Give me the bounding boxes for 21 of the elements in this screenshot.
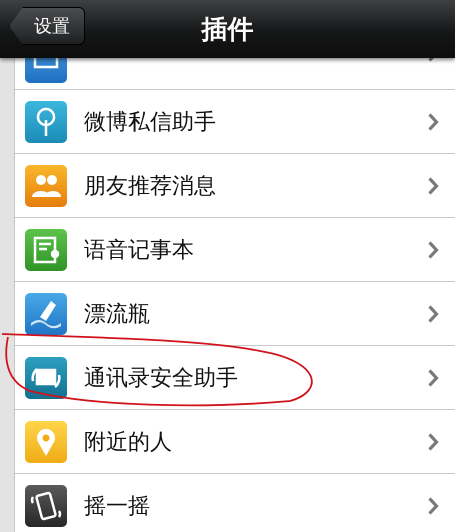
- plugin-name: 摇一摇: [84, 492, 151, 520]
- back-button[interactable]: 设置: [9, 7, 85, 45]
- window-title: 插件: [202, 14, 254, 46]
- chevron-right-icon: [428, 176, 439, 194]
- chevron-right-icon: [428, 304, 439, 322]
- plugin-name: 漂流瓶: [84, 300, 151, 328]
- chevron-right-icon: [428, 368, 439, 386]
- chevron-right-icon: [428, 240, 439, 258]
- plugin-name: 朋友推荐消息: [84, 172, 217, 200]
- plugin-name: 微博私信助手: [84, 108, 217, 136]
- plugin-name: 附近的人: [84, 428, 173, 456]
- notepad-icon: [25, 228, 67, 270]
- plugin-name: 通讯录安全助手: [84, 364, 239, 392]
- plugin-row[interactable]: [15, 58, 455, 90]
- shake-icon: [25, 484, 67, 526]
- location-icon: [25, 420, 67, 462]
- plugin-name: 语音记事本: [84, 236, 195, 264]
- chevron-right-icon: [428, 496, 439, 514]
- chevron-right-icon: [428, 432, 439, 450]
- chevron-right-icon: [428, 112, 439, 130]
- friends-icon: [25, 164, 67, 206]
